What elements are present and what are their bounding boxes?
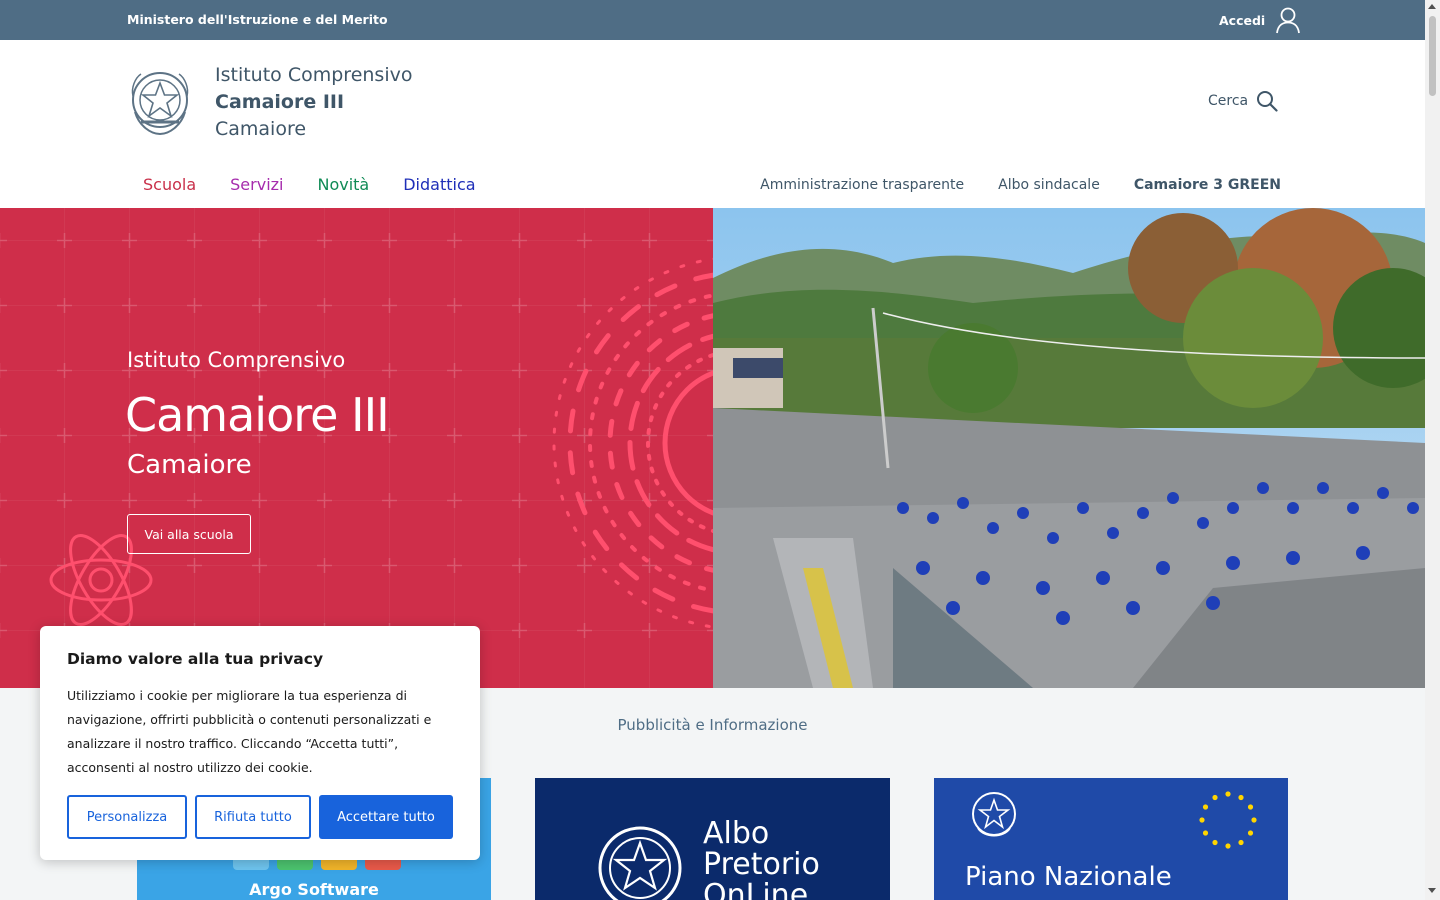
albo-line-2: Pretorio bbox=[703, 847, 820, 882]
user-icon bbox=[1276, 7, 1301, 34]
ministry-link[interactable]: Ministero dell'Istruzione e del Merito bbox=[127, 12, 388, 27]
school-city: Camaiore bbox=[215, 118, 307, 140]
hero-city: Camaiore bbox=[127, 450, 252, 480]
italy-emblem-icon bbox=[972, 792, 1016, 837]
scroll-up-arrow[interactable] bbox=[1428, 4, 1436, 9]
nav-scuola[interactable]: Scuola bbox=[143, 175, 196, 194]
albo-emblem-icon bbox=[598, 826, 682, 900]
go-to-school-button[interactable]: Vai alla scuola bbox=[127, 514, 251, 554]
search-button[interactable]: Cerca bbox=[1208, 90, 1278, 112]
nav-amministrazione-trasparente[interactable]: Amministrazione trasparente bbox=[760, 177, 964, 193]
customize-button[interactable]: Personalizza bbox=[67, 795, 187, 839]
nav-didattica[interactable]: Didattica bbox=[403, 175, 475, 194]
login-label: Accedi bbox=[1219, 12, 1266, 28]
hero-banner: Istituto Comprensivo Camaiore III Camaio… bbox=[0, 208, 713, 688]
nav-novita[interactable]: Novità bbox=[317, 175, 369, 194]
secondary-navigation: Amministrazione trasparente Albo sindaca… bbox=[760, 177, 1281, 193]
page-scrollbar[interactable] bbox=[1425, 0, 1440, 900]
main-navigation: Scuola Servizi Novità Didattica bbox=[143, 175, 476, 194]
albo-line-3: OnLine bbox=[703, 878, 809, 900]
site-header: Istituto Comprensivo Camaiore III Camaio… bbox=[0, 40, 1425, 208]
cookie-text: Utilizziamo i cookie per migliorare la t… bbox=[67, 688, 432, 775]
nav-camaiore-green[interactable]: Camaiore 3 GREEN bbox=[1134, 177, 1281, 193]
top-bar: Ministero dell'Istruzione e del Merito A… bbox=[0, 0, 1425, 40]
reject-all-button[interactable]: Rifiuta tutto bbox=[195, 795, 311, 839]
republic-emblem-icon[interactable] bbox=[127, 66, 193, 138]
search-icon bbox=[1257, 91, 1278, 112]
search-label: Cerca bbox=[1208, 93, 1249, 109]
hero-pattern bbox=[0, 208, 713, 688]
hero-subtitle: Istituto Comprensivo bbox=[127, 348, 346, 372]
albo-line-1: Albo bbox=[703, 816, 770, 851]
hero-title: Camaiore III bbox=[125, 388, 390, 442]
school-name: Camaiore III bbox=[215, 91, 345, 113]
accept-all-button[interactable]: Accettare tutto bbox=[319, 795, 453, 839]
cookie-consent-dialog: Diamo valore alla tua privacy Utilizziam… bbox=[40, 626, 480, 860]
nav-albo-sindacale[interactable]: Albo sindacale bbox=[998, 177, 1100, 193]
eu-stars-icon bbox=[1199, 791, 1257, 849]
login-button[interactable]: Accedi bbox=[1219, 6, 1301, 34]
cookie-title: Diamo valore alla tua privacy bbox=[67, 650, 324, 668]
school-brand[interactable]: Istituto Comprensivo Camaiore III Camaio… bbox=[215, 62, 412, 143]
scroll-thumb[interactable] bbox=[1429, 16, 1436, 96]
argo-card-label: Argo Software bbox=[249, 880, 379, 899]
albo-pretorio-card[interactable]: Albo Pretorio OnLine bbox=[535, 778, 890, 900]
pnrr-card[interactable]: Piano Nazionale bbox=[934, 778, 1288, 900]
pnrr-card-label: Piano Nazionale bbox=[965, 862, 1172, 892]
nav-servizi[interactable]: Servizi bbox=[230, 175, 283, 194]
scroll-down-arrow[interactable] bbox=[1428, 888, 1436, 893]
hero-photo bbox=[713, 208, 1425, 688]
school-type: Istituto Comprensivo bbox=[215, 64, 413, 86]
